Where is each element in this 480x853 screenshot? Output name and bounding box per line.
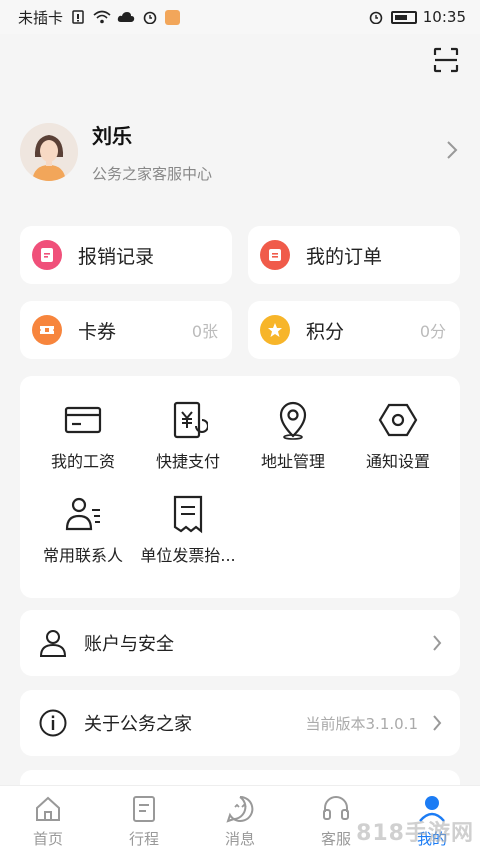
tab-label: 行程 <box>128 830 159 848</box>
tab-label: 客服 <box>320 830 351 848</box>
tab-label: 首页 <box>32 830 63 848</box>
headset-icon <box>323 796 349 820</box>
carrier-text: 未插卡 <box>18 8 64 27</box>
tab-label: 消息 <box>224 830 255 848</box>
service-my-salary[interactable]: 我的工资 <box>28 400 138 472</box>
avatar-illustration <box>20 123 78 181</box>
user-name: 刘乐 <box>92 124 132 148</box>
quick-action-label: 报销记录 <box>78 245 155 268</box>
points-card[interactable]: 积分 0分 <box>248 301 460 359</box>
row-label: 关于公务之家 <box>84 714 192 735</box>
quick-action-label: 卡券 <box>78 320 117 343</box>
quick-action-label: 积分 <box>306 320 345 343</box>
app-notification-icon <box>165 9 181 25</box>
chevron-right-icon <box>433 635 442 651</box>
bottom-tab-bar: 首页 行程 消息 客服 我的 818手游网 <box>0 785 480 853</box>
chevron-right-icon <box>447 141 458 159</box>
watermark: 818手游网 <box>356 821 474 846</box>
my-orders-card[interactable]: 我的订单 <box>248 226 460 284</box>
reimbursement-icon <box>32 240 62 270</box>
service-label: 地址管理 <box>260 452 325 471</box>
home-icon <box>36 796 60 821</box>
service-label: 通知设置 <box>365 452 430 471</box>
tab-messages[interactable]: 消息 <box>192 786 288 853</box>
quick-action-label: 我的订单 <box>306 245 383 268</box>
row-label: 账户与安全 <box>84 634 174 655</box>
status-bar: 未插卡 10:35 <box>0 0 480 34</box>
invoice-icon <box>173 495 203 534</box>
coupons-card[interactable]: 卡券 0张 <box>20 301 232 359</box>
service-address[interactable]: 地址管理 <box>238 400 348 472</box>
scan-icon[interactable] <box>432 46 460 74</box>
location-pin-icon <box>279 401 307 440</box>
services-panel: 我的工资 快捷支付 地址管理 通知设置 常用联系人 单位发票抬... <box>20 376 460 598</box>
info-icon <box>39 709 67 737</box>
alarm-icon <box>369 11 383 24</box>
service-label: 单位发票抬... <box>140 546 236 565</box>
wifi-icon <box>93 10 111 24</box>
service-quick-pay[interactable]: 快捷支付 <box>133 400 243 472</box>
service-notifications[interactable]: 通知设置 <box>343 400 453 472</box>
service-label: 我的工资 <box>50 452 115 471</box>
points-star-icon <box>260 315 290 345</box>
about-row[interactable]: 关于公务之家 当前版本3.1.0.1 <box>20 690 460 756</box>
service-invoice-title[interactable]: 单位发票抬... <box>133 494 243 566</box>
user-subtitle: 公务之家客服中心 <box>92 165 213 183</box>
cloud-icon <box>117 12 135 22</box>
account-security-row[interactable]: 账户与安全 <box>20 610 460 676</box>
service-label: 常用联系人 <box>42 546 123 565</box>
service-contacts[interactable]: 常用联系人 <box>28 494 138 566</box>
settings-hexagon-icon <box>378 403 418 437</box>
alarm-icon <box>143 11 157 24</box>
user-icon <box>39 630 67 657</box>
coupon-count: 0张 <box>191 322 218 341</box>
sim-alert-icon <box>72 10 84 24</box>
tab-itinerary[interactable]: 行程 <box>96 786 192 853</box>
service-label: 快捷支付 <box>155 452 220 471</box>
coupon-icon <box>32 315 62 345</box>
profile-header[interactable]: 刘乐 公务之家客服中心 <box>20 112 466 192</box>
app-version: 当前版本3.1.0.1 <box>305 714 418 733</box>
points-count: 0分 <box>419 322 446 341</box>
battery-icon <box>390 10 417 24</box>
quick-pay-icon <box>173 401 208 439</box>
itinerary-icon <box>133 796 155 822</box>
order-icon <box>260 240 290 270</box>
contacts-icon <box>65 497 100 531</box>
reimbursement-records-card[interactable]: 报销记录 <box>20 226 232 284</box>
chevron-right-icon <box>433 715 442 731</box>
clock: 10:35 <box>422 8 466 26</box>
avatar[interactable] <box>20 123 78 181</box>
salary-card-icon <box>64 406 102 434</box>
message-icon <box>226 795 254 823</box>
tab-home[interactable]: 首页 <box>0 786 96 853</box>
